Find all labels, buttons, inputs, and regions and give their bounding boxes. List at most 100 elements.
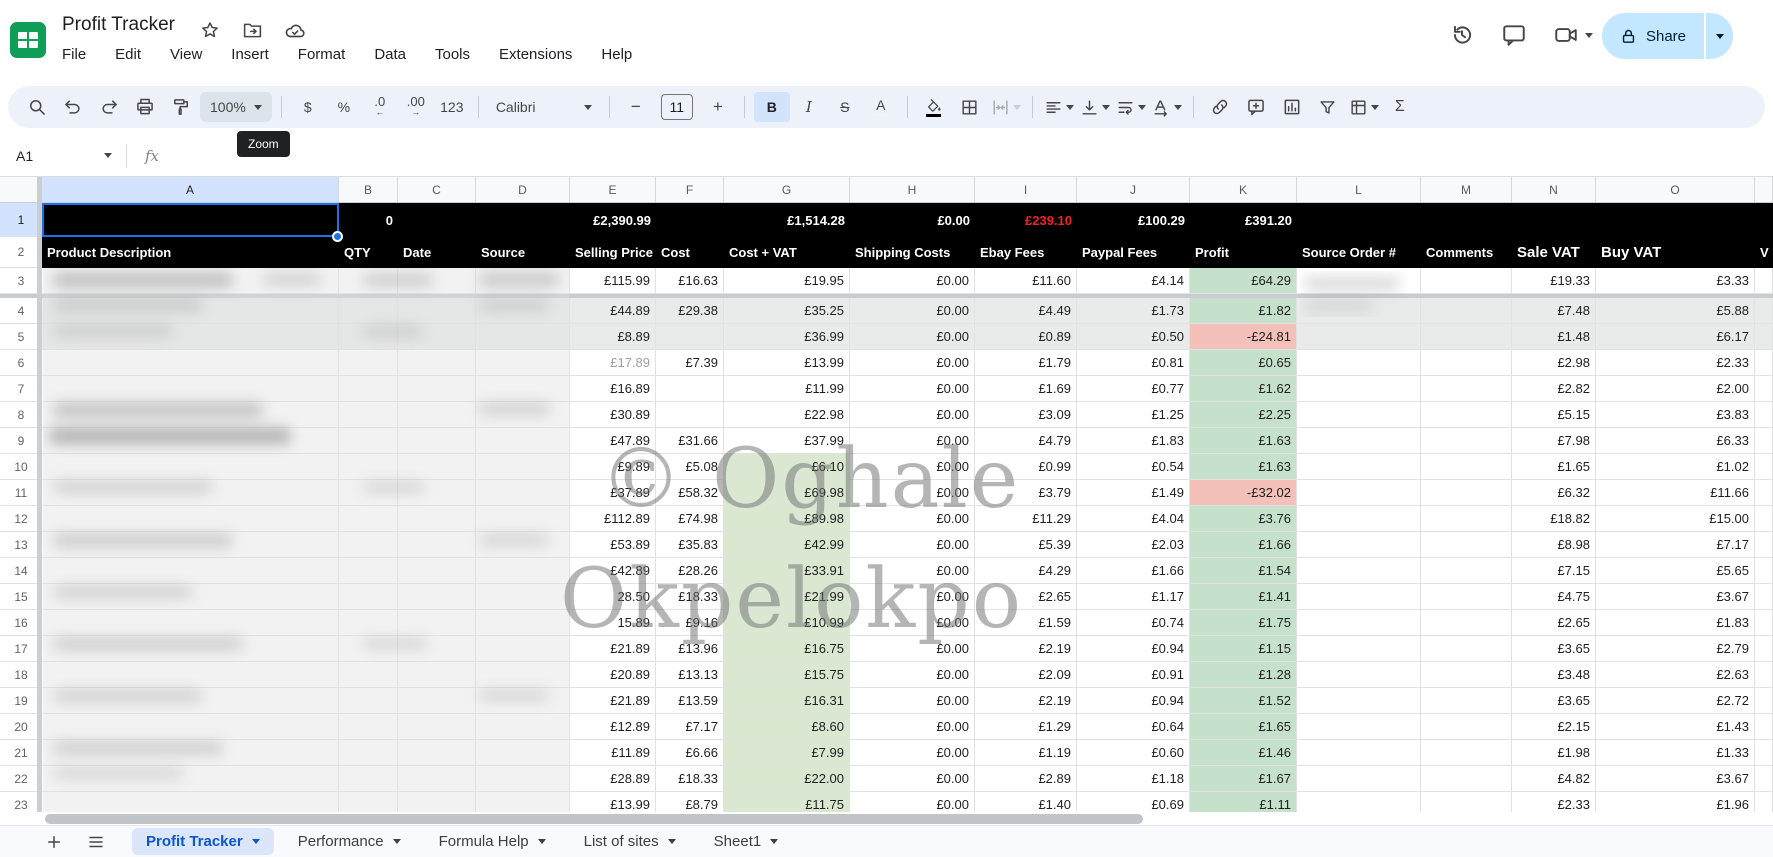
cell-K5[interactable]: -£24.81 xyxy=(1190,324,1297,350)
cell-G21[interactable]: £7.99 xyxy=(724,740,850,766)
cell-H19[interactable]: £0.00 xyxy=(850,688,975,714)
cell-G22[interactable]: £22.00 xyxy=(724,766,850,792)
cell-N5[interactable]: £1.48 xyxy=(1512,324,1596,350)
cell-J11[interactable]: £1.49 xyxy=(1077,480,1190,506)
row-header-8[interactable]: 8 xyxy=(0,402,42,428)
cell-N7[interactable]: £2.82 xyxy=(1512,376,1596,402)
header-cell-N2[interactable]: Sale VAT xyxy=(1512,237,1596,268)
cell-G4[interactable]: £35.25 xyxy=(724,298,850,324)
name-box-caret[interactable] xyxy=(104,153,112,158)
header-cell-M2[interactable]: Comments xyxy=(1421,237,1512,268)
sheets-logo[interactable] xyxy=(10,22,46,58)
borders-button[interactable] xyxy=(953,92,987,122)
header-cell-L2[interactable]: Source Order # xyxy=(1297,237,1421,268)
row-header-9[interactable]: 9 xyxy=(0,428,42,454)
cell-N10[interactable]: £1.65 xyxy=(1512,454,1596,480)
cell-P11[interactable] xyxy=(1755,480,1773,506)
cell-P20[interactable] xyxy=(1755,714,1773,740)
total-cell-N1[interactable] xyxy=(1512,203,1596,237)
cell-O12[interactable]: £15.00 xyxy=(1596,506,1755,532)
column-header-C[interactable]: C xyxy=(398,177,476,202)
text-color-button[interactable]: A xyxy=(864,92,898,122)
star-icon[interactable] xyxy=(200,20,220,40)
merge-cells-button[interactable] xyxy=(989,92,1023,122)
cell-L7[interactable] xyxy=(1297,376,1421,402)
decrease-decimal-button[interactable]: .0← xyxy=(363,92,397,122)
cell-M8[interactable] xyxy=(1421,402,1512,428)
cell-K19[interactable]: £1.52 xyxy=(1190,688,1297,714)
cell-G13[interactable]: £42.99 xyxy=(724,532,850,558)
zoom-select[interactable]: 100% xyxy=(200,92,272,122)
cell-H14[interactable]: £0.00 xyxy=(850,558,975,584)
cell-G8[interactable]: £22.98 xyxy=(724,402,850,428)
cell-G7[interactable]: £11.99 xyxy=(724,376,850,402)
cell-P10[interactable] xyxy=(1755,454,1773,480)
cell-M14[interactable] xyxy=(1421,558,1512,584)
total-cell-J1[interactable]: £100.29 xyxy=(1077,203,1190,237)
cell-J14[interactable]: £1.66 xyxy=(1077,558,1190,584)
percent-format-button[interactable]: % xyxy=(327,92,361,122)
menu-help[interactable]: Help xyxy=(599,44,634,65)
cell-I6[interactable]: £1.79 xyxy=(975,350,1077,376)
cell-H10[interactable]: £0.00 xyxy=(850,454,975,480)
cell-M9[interactable] xyxy=(1421,428,1512,454)
cell-H9[interactable]: £0.00 xyxy=(850,428,975,454)
cell-L9[interactable] xyxy=(1297,428,1421,454)
cell-E19[interactable]: £21.89 xyxy=(570,688,656,714)
cell-G5[interactable]: £36.99 xyxy=(724,324,850,350)
cell-K12[interactable]: £3.76 xyxy=(1190,506,1297,532)
cell-G16[interactable]: £10.99 xyxy=(724,610,850,636)
cell-K17[interactable]: £1.15 xyxy=(1190,636,1297,662)
cell-K6[interactable]: £0.65 xyxy=(1190,350,1297,376)
header-cell-I2[interactable]: Ebay Fees xyxy=(975,237,1077,268)
cell-K21[interactable]: £1.46 xyxy=(1190,740,1297,766)
cell-L17[interactable] xyxy=(1297,636,1421,662)
more-formats-button[interactable]: 123 xyxy=(435,92,469,122)
cell-G9[interactable]: £37.99 xyxy=(724,428,850,454)
cell-O14[interactable]: £5.65 xyxy=(1596,558,1755,584)
cell-F19[interactable]: £13.59 xyxy=(656,688,724,714)
cell-P5[interactable] xyxy=(1755,324,1773,350)
header-cell-C2[interactable]: Date xyxy=(398,237,476,268)
column-header-N[interactable]: N xyxy=(1512,177,1596,202)
name-box[interactable]: A1 xyxy=(0,148,112,164)
cell-H11[interactable]: £0.00 xyxy=(850,480,975,506)
search-button[interactable] xyxy=(20,92,54,122)
vertical-align-button[interactable] xyxy=(1078,92,1112,122)
cell-H21[interactable]: £0.00 xyxy=(850,740,975,766)
cell-J23[interactable]: £0.69 xyxy=(1077,792,1190,812)
add-sheet-button[interactable] xyxy=(40,828,68,856)
cell-L16[interactable] xyxy=(1297,610,1421,636)
cell-H5[interactable]: £0.00 xyxy=(850,324,975,350)
cell-I16[interactable]: £1.59 xyxy=(975,610,1077,636)
cell-G12[interactable]: £89.98 xyxy=(724,506,850,532)
total-cell-D1[interactable] xyxy=(476,203,570,237)
cell-G11[interactable]: £69.98 xyxy=(724,480,850,506)
row-header-17[interactable]: 17 xyxy=(0,636,42,662)
cell-F16[interactable]: £9.16 xyxy=(656,610,724,636)
row-header-20[interactable]: 20 xyxy=(0,714,42,740)
cell-H12[interactable]: £0.00 xyxy=(850,506,975,532)
menu-insert[interactable]: Insert xyxy=(229,44,271,65)
cell-P18[interactable] xyxy=(1755,662,1773,688)
total-cell-I1[interactable]: £239.10 xyxy=(975,203,1077,237)
cell-H6[interactable]: £0.00 xyxy=(850,350,975,376)
fill-color-button[interactable] xyxy=(917,92,951,122)
cell-L15[interactable] xyxy=(1297,584,1421,610)
row-header-5[interactable]: 5 xyxy=(0,324,42,350)
cell-P14[interactable] xyxy=(1755,558,1773,584)
cell-H8[interactable]: £0.00 xyxy=(850,402,975,428)
cell-K14[interactable]: £1.54 xyxy=(1190,558,1297,584)
cell-E16[interactable]: 15.89 xyxy=(570,610,656,636)
total-cell-E1[interactable]: £2,390.99 xyxy=(570,203,656,237)
cell-H16[interactable]: £0.00 xyxy=(850,610,975,636)
cell-I17[interactable]: £2.19 xyxy=(975,636,1077,662)
column-header-H[interactable]: H xyxy=(850,177,975,202)
cell-J18[interactable]: £0.91 xyxy=(1077,662,1190,688)
cell-O19[interactable]: £2.72 xyxy=(1596,688,1755,714)
cell-N12[interactable]: £18.82 xyxy=(1512,506,1596,532)
cell-H15[interactable]: £0.00 xyxy=(850,584,975,610)
row-header-6[interactable]: 6 xyxy=(0,350,42,376)
cell-G10[interactable]: £6.10 xyxy=(724,454,850,480)
cell-N14[interactable]: £7.15 xyxy=(1512,558,1596,584)
